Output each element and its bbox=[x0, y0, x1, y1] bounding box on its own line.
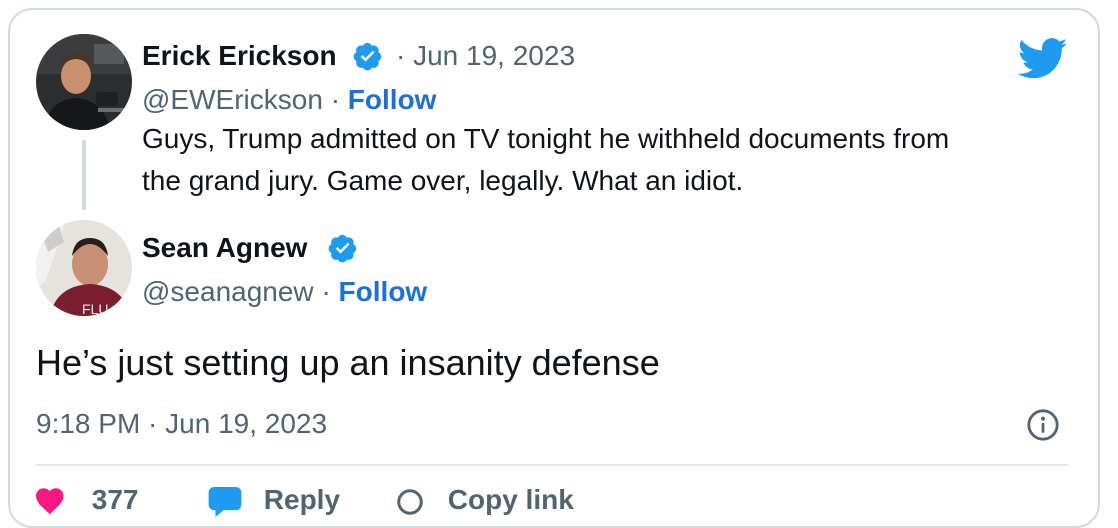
quoted-date[interactable]: · Jun 19, 2023 bbox=[396, 40, 575, 72]
separator: · bbox=[321, 276, 331, 307]
twitter-bird-icon[interactable] bbox=[1018, 38, 1068, 80]
like-action[interactable]: 377 bbox=[36, 484, 139, 516]
follow-button-erickson[interactable]: Follow bbox=[348, 84, 437, 115]
verified-badge-icon bbox=[328, 234, 357, 263]
tweet-actions-bar: 377 Reply Copy link bbox=[36, 484, 1068, 524]
info-icon[interactable] bbox=[1026, 408, 1060, 442]
main-handle[interactable]: @seanagnew bbox=[142, 276, 314, 307]
copy-link-action[interactable]: Copy link bbox=[394, 484, 574, 517]
avatar-sean-agnew[interactable]: FLU bbox=[36, 220, 132, 316]
main-tweet-text: He’s just setting up an insanity defense bbox=[36, 342, 660, 383]
quoted-author-name[interactable]: Erick Erickson bbox=[142, 40, 337, 72]
main-handle-row: @seanagnew · Follow bbox=[142, 276, 427, 308]
copy-link-label: Copy link bbox=[447, 484, 574, 515]
main-tweet-timestamp[interactable]: 9:18 PM · Jun 19, 2023 bbox=[36, 408, 327, 440]
follow-button-agnew[interactable]: Follow bbox=[339, 276, 428, 307]
separator: · bbox=[330, 84, 341, 115]
avatar-erick-erickson[interactable] bbox=[36, 34, 132, 130]
quoted-handle-row: @EWErickson · Follow bbox=[142, 84, 436, 116]
quoted-text-line-1: Guys, Trump admitted on TV tonight he wi… bbox=[142, 123, 950, 154]
quoted-handle[interactable]: @EWErickson bbox=[142, 84, 323, 115]
quoted-tweet-text: Guys, Trump admitted on TV tonight he wi… bbox=[142, 118, 949, 202]
quoted-text-line-2: the grand jury. Game over, legally. What… bbox=[142, 165, 744, 196]
link-icon bbox=[397, 488, 423, 515]
separator: · bbox=[396, 40, 406, 71]
reply-label: Reply bbox=[263, 484, 341, 515]
reply-action[interactable]: Reply bbox=[208, 484, 340, 517]
like-count: 377 bbox=[91, 484, 139, 515]
actions-divider bbox=[36, 464, 1068, 466]
verified-badge-icon bbox=[353, 42, 382, 71]
reply-bubble-icon bbox=[208, 486, 242, 517]
heart-icon bbox=[36, 487, 64, 515]
thread-connector-line bbox=[82, 140, 86, 210]
quoted-date-text[interactable]: Jun 19, 2023 bbox=[413, 40, 575, 71]
main-author-name[interactable]: Sean Agnew bbox=[142, 232, 307, 264]
